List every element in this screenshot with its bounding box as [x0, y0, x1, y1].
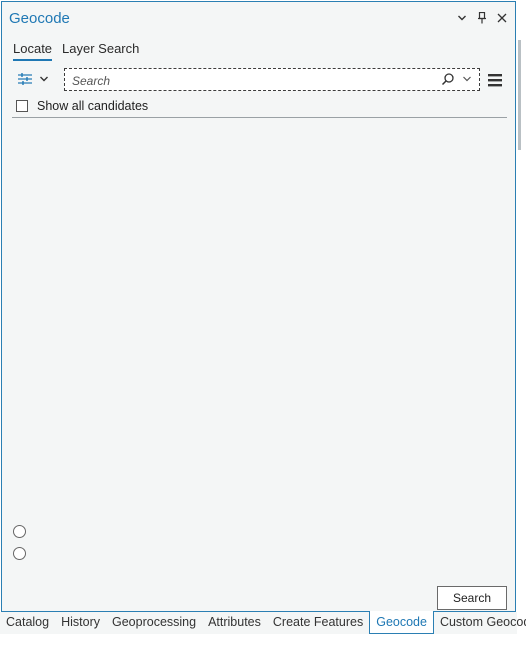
geocode-pane: Geocode Locate Layer Search Search Show … — [1, 1, 516, 612]
tab-layer-search[interactable]: Layer Search — [62, 41, 139, 61]
search-icon[interactable] — [441, 72, 455, 88]
search-input[interactable] — [70, 72, 434, 89]
tab-history[interactable]: History — [55, 612, 106, 633]
locate-search-box — [64, 68, 480, 91]
pane-title: Geocode — [9, 10, 70, 27]
tab-create-features[interactable]: Create Features — [267, 612, 369, 633]
radio-option-1[interactable] — [13, 525, 26, 538]
show-all-candidates-checkbox[interactable] — [16, 100, 28, 112]
close-icon[interactable] — [495, 10, 509, 26]
right-scrollbar[interactable] — [517, 0, 526, 646]
hamburger-menu-icon[interactable] — [487, 72, 503, 88]
tab-geoprocessing[interactable]: Geoprocessing — [106, 612, 202, 633]
locate-tabs: Locate Layer Search — [13, 41, 139, 61]
sliders-icon — [17, 72, 33, 89]
pin-icon[interactable] — [475, 10, 489, 26]
chevron-down-icon — [39, 73, 49, 87]
bottom-margin — [0, 634, 526, 646]
tab-attributes[interactable]: Attributes — [202, 612, 267, 633]
tab-catalog[interactable]: Catalog — [0, 612, 55, 633]
chevron-down-icon[interactable] — [462, 72, 474, 88]
scrollbar-thumb[interactable] — [518, 40, 521, 150]
radio-option-2[interactable] — [13, 547, 26, 560]
filter-options-button[interactable] — [17, 69, 61, 91]
pane-title-controls — [455, 10, 509, 26]
show-all-candidates-label: Show all candidates — [37, 99, 149, 113]
show-all-candidates-option: Show all candidates — [16, 99, 148, 113]
chevron-down-icon[interactable] — [455, 10, 469, 26]
tab-locate[interactable]: Locate — [13, 41, 53, 61]
tab-geocode[interactable]: Geocode — [369, 611, 434, 634]
dock-tab-strip: Catalog History Geoprocessing Attributes… — [0, 611, 526, 634]
divider — [12, 117, 507, 118]
tab-custom-geocode[interactable]: Custom Geocode — [434, 612, 526, 633]
search-button[interactable]: Search — [437, 586, 507, 610]
